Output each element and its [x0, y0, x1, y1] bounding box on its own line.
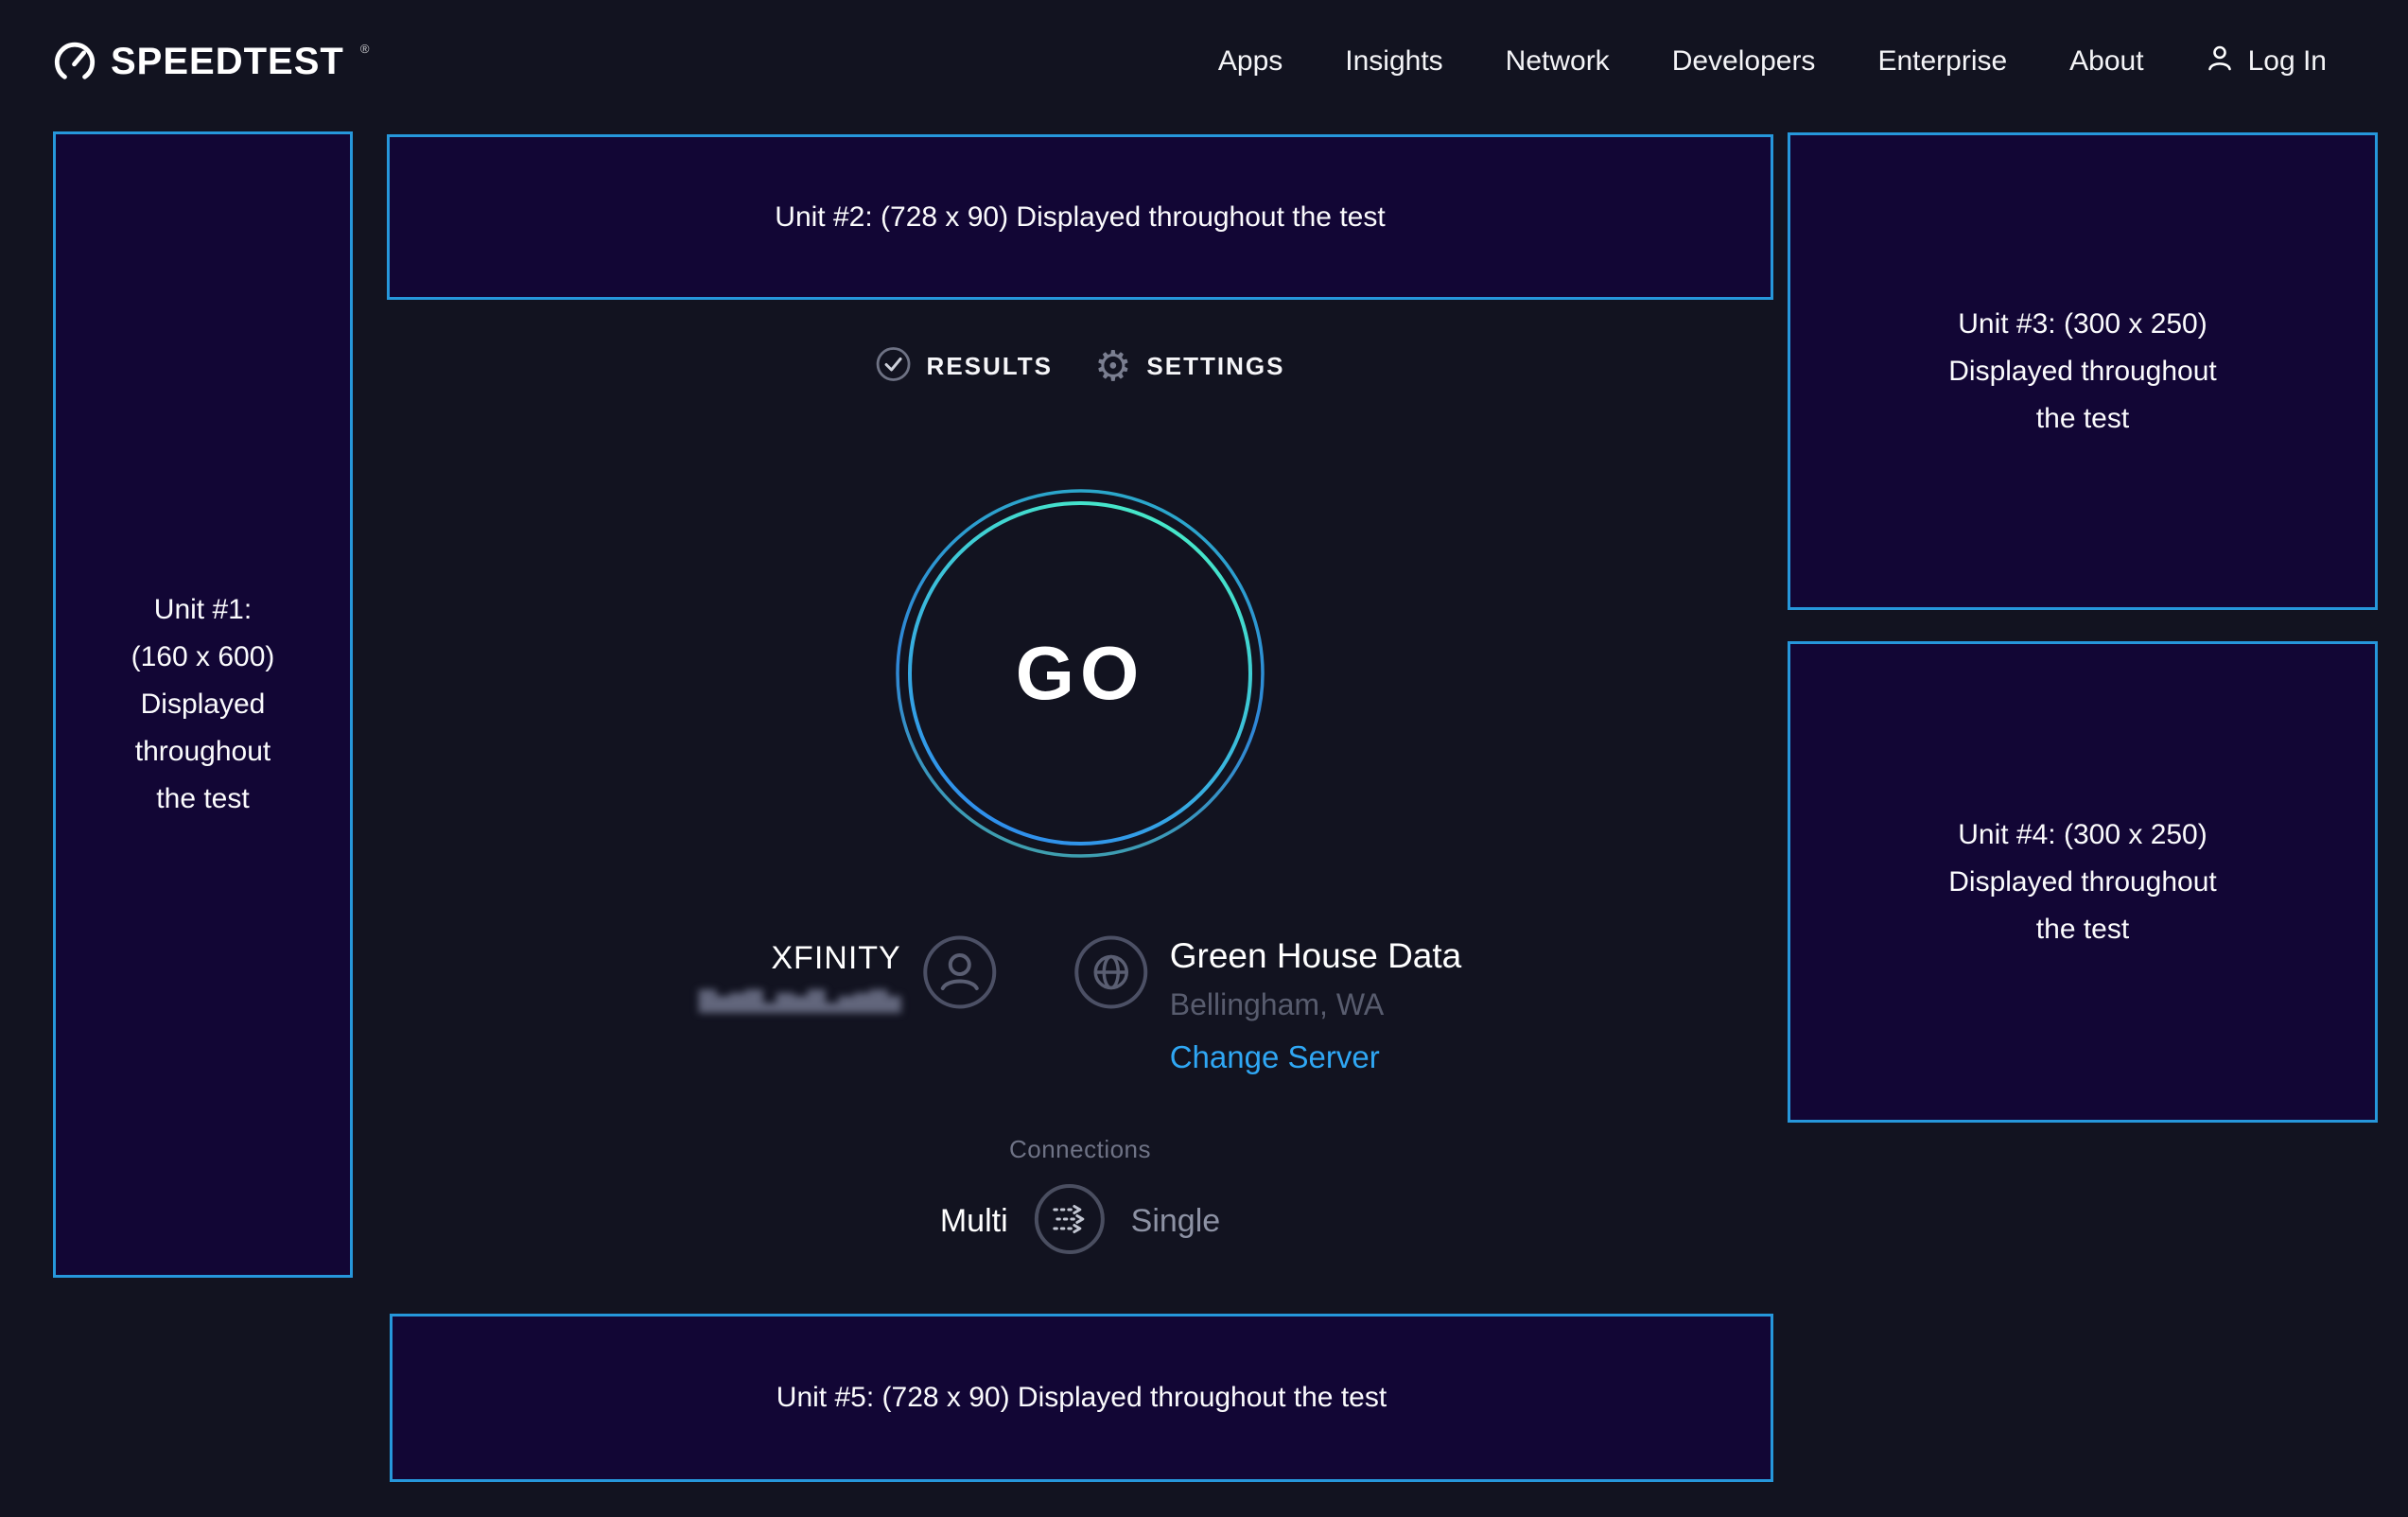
results-settings-tabs: RESULTS ⚙ SETTINGS [876, 346, 1285, 387]
connection-info-row: XFINITY ▇▅▆▇▃▆▅▇▃▅▆▇▅ [699, 934, 1461, 1075]
isp-info: XFINITY ▇▅▆▇▃▆▅▇▃▅▆▇▅ [699, 934, 998, 1015]
settings-gear-icon: ⚙ [1094, 350, 1131, 384]
multi-connections-icon[interactable] [1033, 1182, 1107, 1261]
server-name: Green House Data [1170, 936, 1462, 976]
trademark-mark: ® [360, 42, 370, 56]
ad-text-line: Displayed throughout [1948, 859, 2217, 906]
globe-circle-icon [1073, 934, 1149, 1015]
ad-text-line: Displayed throughout [1948, 348, 2217, 395]
isp-text-block: XFINITY ▇▅▆▇▃▆▅▇▃▅▆▇▅ [699, 934, 901, 1014]
go-button-label: GO [895, 488, 1265, 859]
ad-text-line: Unit #3: (300 x 250) [1958, 301, 2207, 348]
ad-text-line: Unit #1: [154, 586, 252, 634]
ad-text-line: Unit #4: (300 x 250) [1958, 811, 2207, 859]
login-label: Log In [2248, 45, 2327, 78]
nav-item-about[interactable]: About [2069, 45, 2143, 78]
ad-unit-1[interactable]: Unit #1: (160 x 600) Displayed throughou… [53, 131, 353, 1278]
server-location: Bellingham, WA [1170, 987, 1384, 1022]
tab-settings[interactable]: ⚙ SETTINGS [1094, 350, 1284, 384]
speedtest-main-panel: RESULTS ⚙ SETTINGS GO [387, 0, 1773, 1517]
ad-text-line: the test [156, 776, 249, 823]
server-info: Green House Data Bellingham, WA Change S… [1073, 934, 1462, 1075]
brand-name: SPEEDTEST [111, 41, 344, 83]
ad-unit-3[interactable]: Unit #3: (300 x 250) Displayed throughou… [1788, 132, 2378, 610]
isp-name: XFINITY [771, 940, 900, 977]
go-button[interactable]: GO [895, 488, 1265, 859]
tab-results[interactable]: RESULTS [876, 346, 1053, 387]
ad-text-line: Displayed [141, 681, 266, 728]
user-circle-icon [922, 934, 998, 1015]
server-text-block: Green House Data Bellingham, WA Change S… [1170, 934, 1462, 1075]
ad-text-line: the test [2036, 906, 2129, 953]
gauge-icon [53, 40, 96, 83]
check-circle-icon [876, 346, 912, 387]
ad-text-line: the test [2036, 395, 2129, 443]
settings-tab-label: SETTINGS [1146, 352, 1284, 381]
login-button[interactable]: Log In [2207, 43, 2327, 80]
change-server-link[interactable]: Change Server [1170, 1039, 1380, 1075]
toggle-option-multi[interactable]: Multi [940, 1203, 1008, 1240]
results-tab-label: RESULTS [927, 352, 1053, 381]
connections-label: Connections [1009, 1135, 1151, 1164]
ad-text-line: (160 x 600) [131, 634, 275, 681]
speedtest-logo[interactable]: SPEEDTEST ® [53, 40, 367, 83]
ad-unit-4[interactable]: Unit #4: (300 x 250) Displayed throughou… [1788, 641, 2378, 1123]
ad-text-line: throughout [135, 728, 270, 776]
connections-toggle: Multi Single [940, 1182, 1220, 1261]
isp-details-redacted: ▇▅▆▇▃▆▅▇▃▅▆▇▅ [699, 986, 901, 1014]
user-icon [2207, 43, 2237, 80]
toggle-option-single[interactable]: Single [1131, 1203, 1221, 1240]
nav-item-enterprise[interactable]: Enterprise [1877, 45, 2007, 78]
